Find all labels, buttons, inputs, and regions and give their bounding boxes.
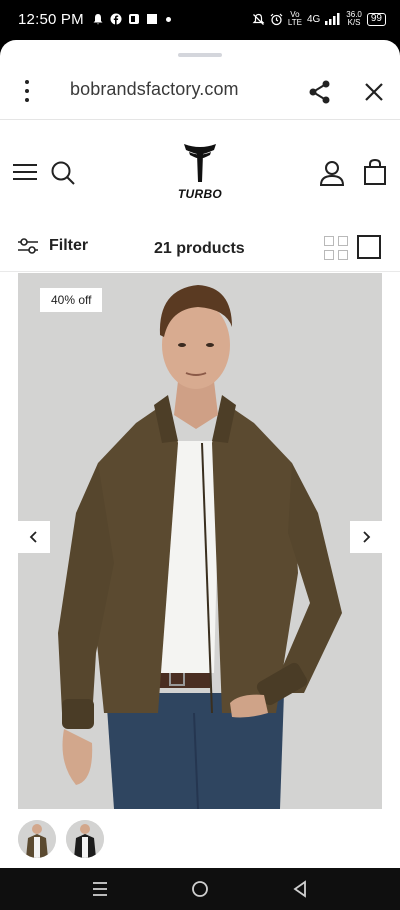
store-logo[interactable]: TURBO [170, 141, 230, 203]
product-image[interactable]: 40% off [18, 273, 382, 809]
bell-icon [93, 14, 103, 25]
filter-label: Filter [49, 237, 89, 254]
office-icon [128, 14, 139, 24]
speed-unit: K/S [347, 18, 361, 27]
filter-button[interactable]: Filter [17, 236, 88, 256]
volte-indicator: Vo LTE [288, 11, 302, 27]
search-icon[interactable] [50, 160, 76, 186]
signal-icon [325, 13, 340, 25]
collection-toolbar: Filter 21 products [0, 226, 400, 272]
close-icon[interactable] [360, 78, 388, 106]
filter-sliders-icon [18, 238, 38, 254]
status-time: 12:50 PM [18, 10, 84, 28]
alarm-icon [270, 13, 283, 25]
status-right: Vo LTE 4G 36.0 K/S 99 [252, 11, 386, 27]
thumbnail-2[interactable] [66, 820, 104, 858]
next-image-button[interactable] [350, 521, 382, 553]
store-header: TURBO [0, 121, 400, 221]
status-left: 12:50 PM [18, 11, 171, 28]
drag-handle[interactable] [178, 53, 222, 57]
recent-apps-icon[interactable] [90, 879, 110, 899]
logo-emblem-icon [184, 144, 216, 182]
previous-image-button[interactable] [18, 521, 50, 553]
more-notifications-dot [165, 16, 171, 22]
model-photo [18, 273, 382, 809]
facebook-icon [110, 13, 122, 25]
system-navigation-bar [0, 868, 400, 910]
single-view-icon[interactable] [357, 235, 381, 259]
network-type: 4G [306, 13, 321, 25]
logo-text: TURBO [177, 187, 223, 201]
chevron-left-icon [29, 531, 37, 543]
share-icon[interactable] [306, 78, 334, 106]
product-count: 21 products [154, 240, 245, 257]
menu-icon[interactable] [12, 161, 38, 183]
image-thumbnails [18, 820, 104, 858]
phone-screen: 12:50 PM Vo LTE 4G 36.0 K/S 99 bobrandsfac… [0, 0, 400, 910]
square-icon [146, 14, 157, 24]
mute-icon [252, 13, 265, 25]
cart-icon[interactable] [362, 158, 388, 186]
account-icon[interactable] [318, 159, 346, 187]
chevron-right-icon [363, 531, 371, 543]
url-text[interactable]: bobrandsfactory.com [70, 79, 239, 100]
url-bar: bobrandsfactory.com [0, 64, 400, 120]
grid-view-icon[interactable] [324, 236, 348, 260]
volte-bottom: LTE [287, 18, 302, 27]
home-icon[interactable] [190, 879, 210, 899]
thumbnail-black-jacket [66, 820, 104, 858]
battery-indicator: 99 [366, 12, 386, 26]
discount-badge: 40% off [40, 288, 103, 312]
more-options-icon[interactable] [20, 80, 34, 102]
notification-icons [92, 13, 171, 25]
net-speed: 36.0 K/S [346, 11, 362, 27]
thumbnail-brown-jacket [18, 820, 56, 858]
browser-sheet: bobrandsfactory.com TURBO Filter 21 prod… [0, 40, 400, 868]
status-bar: 12:50 PM Vo LTE 4G 36.0 K/S 99 [0, 0, 400, 38]
thumbnail-1[interactable] [18, 820, 56, 858]
back-icon[interactable] [290, 879, 310, 899]
